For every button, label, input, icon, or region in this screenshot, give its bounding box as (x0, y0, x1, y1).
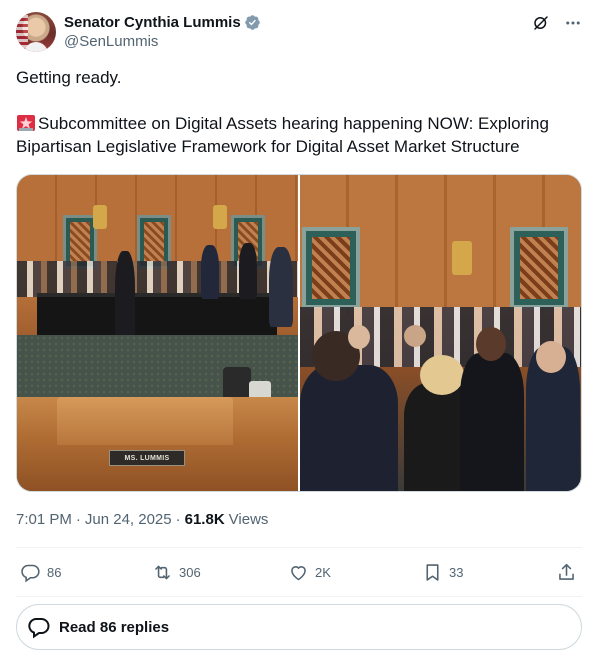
views-label: Views (228, 511, 269, 528)
post-time[interactable]: 7:01 PM (16, 511, 72, 528)
reply-count: 86 (47, 564, 62, 580)
divider (16, 596, 582, 597)
read-replies-button[interactable]: Read 86 replies (16, 604, 582, 650)
hearing-room-photo-right[interactable] (300, 175, 581, 491)
post-date[interactable]: Jun 24, 2025 (85, 511, 172, 528)
post-text-line-1: Getting ready. (16, 68, 122, 87)
reply-icon (21, 564, 40, 582)
siren-emoji-icon (17, 115, 35, 131)
grok-icon[interactable] (532, 14, 550, 32)
share-button[interactable] (556, 560, 577, 584)
photo-person (460, 353, 524, 491)
author-avatar[interactable] (16, 12, 56, 52)
hearing-room-photo-left[interactable]: MS. LUMMIS (17, 175, 298, 491)
post-header: Senator Cynthia Lummis @SenLummis (16, 12, 582, 54)
photo-person (300, 365, 398, 491)
share-icon (559, 563, 574, 580)
post-media-grid: MS. LUMMIS (16, 174, 582, 492)
repost-button[interactable]: 306 (152, 560, 201, 584)
nameplate: MS. LUMMIS (109, 450, 185, 466)
like-button[interactable]: 2K (288, 560, 331, 584)
photo-wall-lamp (452, 241, 472, 275)
meta-separator: · (175, 511, 181, 528)
photo-person (348, 325, 370, 349)
divider (16, 547, 582, 548)
bookmark-icon (426, 563, 439, 581)
reply-bubble-icon (28, 618, 50, 639)
more-icon[interactable] (564, 14, 582, 32)
header-actions (532, 12, 582, 34)
photo-dais-desk (57, 397, 233, 445)
post-timestamp-views: 7:01 PM · Jun 24, 2025 · 61.8K Views (16, 511, 268, 528)
author-handle[interactable]: @SenLummis (64, 33, 158, 50)
meta-separator: · (75, 511, 81, 528)
bookmark-count: 33 (449, 564, 464, 580)
photo-person (404, 325, 426, 347)
photo-wall-lamp (93, 205, 107, 229)
photo-person (536, 341, 566, 373)
author-name-row: Senator Cynthia Lummis (64, 12, 261, 32)
repost-icon (155, 565, 170, 579)
reply-button[interactable]: 86 (20, 560, 61, 584)
bookmark-button[interactable]: 33 (422, 560, 463, 584)
photo-person (269, 247, 293, 327)
heart-icon (291, 565, 306, 580)
photo-person (115, 251, 135, 341)
views-count: 61.8K (184, 511, 225, 528)
photo-person (201, 245, 219, 299)
photo-wall-frame (302, 227, 360, 309)
verified-badge-icon[interactable] (244, 14, 261, 31)
photo-witness-table (37, 293, 277, 335)
post-text-line-2: Subcommittee on Digital Assets hearing h… (16, 112, 582, 158)
repost-count: 306 (179, 564, 201, 580)
photo-wall-frame (510, 227, 568, 309)
post-text-headline: Subcommittee on Digital Assets hearing h… (16, 114, 549, 156)
photo-person (239, 243, 257, 299)
photo-people-group (300, 325, 581, 491)
read-replies-label: Read 86 replies (59, 618, 170, 636)
post-text: Getting ready. Subcommittee on Digital A… (16, 66, 582, 158)
like-count: 2K (315, 564, 331, 580)
photo-person (420, 355, 464, 395)
post-actions-bar: 86 306 2K 33 (16, 560, 582, 584)
photo-person (476, 327, 506, 361)
photo-wall-lamp (213, 205, 227, 229)
author-display-name[interactable]: Senator Cynthia Lummis (64, 14, 241, 31)
